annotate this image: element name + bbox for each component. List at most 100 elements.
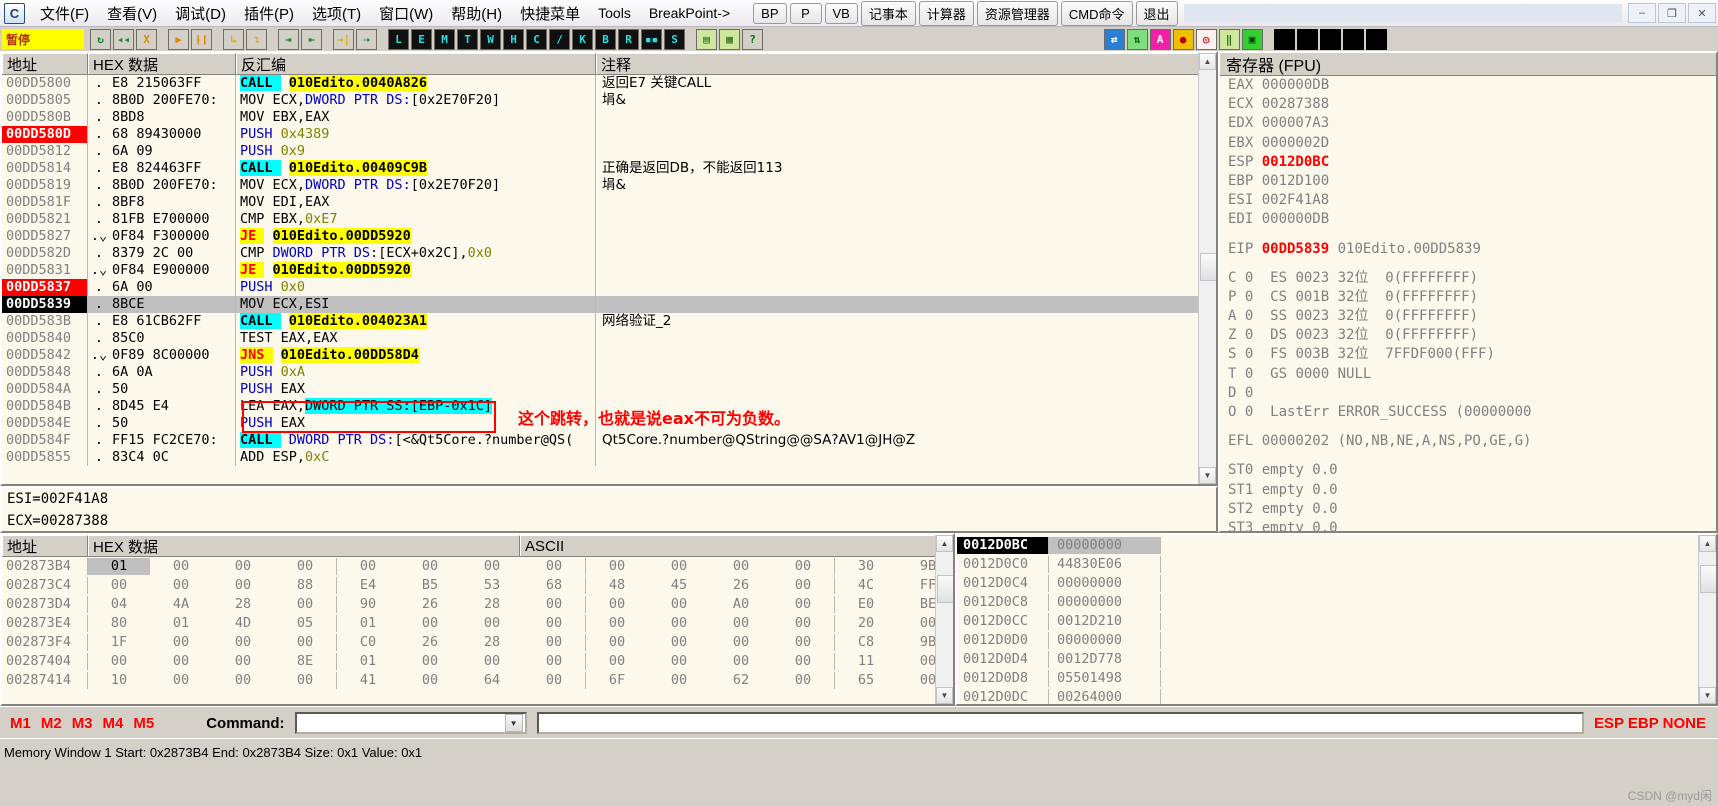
dump-byte[interactable]: 00	[772, 615, 834, 632]
row-address[interactable]: 00DD582D	[2, 245, 88, 262]
dump-byte[interactable]: 00	[150, 653, 212, 670]
disassembly-row[interactable]: 00DD584A. 50 PUSH EAX	[2, 381, 1216, 398]
dump-byte[interactable]: 05	[274, 615, 336, 632]
dump-row-address[interactable]: 00287414	[2, 672, 88, 689]
row-disassembly[interactable]: ADD ESP,0xC	[236, 449, 596, 466]
row-comment[interactable]: 埍&	[596, 92, 1216, 109]
bp-button[interactable]: BP	[753, 2, 787, 24]
dump-byte[interactable]: 00	[772, 653, 834, 670]
dump-byte[interactable]: E0	[835, 596, 897, 613]
dump-byte[interactable]: 26	[399, 634, 461, 651]
stack-pane[interactable]: 0012D0BC 00000000 0012D0C0 44830E06 0012D0C4…	[955, 533, 1718, 706]
command-input[interactable]	[536, 712, 1584, 734]
row-disassembly[interactable]: JE 010Edito.00DD5920	[236, 228, 596, 245]
fpu-st1[interactable]: ST1 empty 0.0	[1220, 481, 1716, 500]
dump-byte[interactable]: 00	[586, 634, 648, 651]
dump-byte[interactable]: 04	[88, 596, 150, 613]
dump-row[interactable]: 002873D4044A2800902628000000A000E0BE0C00…	[2, 595, 953, 614]
notepad-button[interactable]: 记事本	[860, 0, 916, 26]
dump-byte[interactable]: 00	[772, 634, 834, 651]
row-comment[interactable]: 网络验证_2	[596, 313, 1216, 330]
stack-row-value[interactable]: 00264000	[1049, 689, 1161, 704]
disassembly-row[interactable]: 00DD581F. 8BF8 MOV EDI,EAX	[2, 194, 1216, 211]
register-edi[interactable]: EDI 000000DB	[1220, 210, 1716, 229]
row-disassembly[interactable]: PUSH 0x0	[236, 279, 596, 296]
dump-byte[interactable]: 00	[523, 672, 585, 689]
restart-icon[interactable]: ↻	[90, 28, 111, 50]
maximize-button[interactable]: ❐	[1658, 3, 1686, 23]
row-disassembly[interactable]: JNS 010Edito.00DD58D4	[236, 347, 596, 364]
dump-byte[interactable]: 00	[274, 558, 336, 575]
dump-byte[interactable]: 00	[523, 615, 585, 632]
row-disassembly[interactable]: CALL 010Edito.0040A826	[236, 75, 596, 92]
close-button[interactable]: ✕	[1688, 3, 1716, 23]
dump-row-address[interactable]: 002873C4	[2, 577, 88, 594]
dump-row[interactable]: 002873F41F000000C026280000000000C89B404C…	[2, 633, 953, 652]
executable-modules-icon[interactable]: E	[411, 28, 432, 50]
dump-rows[interactable]: 002873B4010000000000000000000000309B404C…	[2, 557, 953, 690]
dump-byte[interactable]: 00	[710, 615, 772, 632]
dump-byte[interactable]: 00	[648, 672, 710, 689]
row-address[interactable]: 00DD584B	[2, 398, 88, 415]
disassembly-row[interactable]: 00DD5812. 6A 09 PUSH 0x9	[2, 143, 1216, 160]
dump-scroll-down-arrow[interactable]: ▼	[936, 687, 953, 704]
flag-o[interactable]: O 0 LastErr ERROR_SUCCESS (00000000	[1220, 403, 1716, 422]
stack-row[interactable]: 0012D0DC 00264000	[957, 688, 1716, 704]
stack-row-address[interactable]: 0012D0CC	[957, 613, 1049, 630]
stack-scroll-thumb[interactable]	[1700, 565, 1716, 593]
patches-icon[interactable]: /	[549, 28, 570, 50]
flag-s[interactable]: S 0 FS 003B 32位 7FFDF000(FFF)	[1220, 345, 1716, 364]
register-ecx[interactable]: ECX 00287388	[1220, 95, 1716, 114]
sync-icon[interactable]: ⇄	[1103, 28, 1125, 50]
row-hexdata[interactable]: 50	[110, 381, 236, 398]
dump-byte[interactable]: 68	[523, 577, 585, 594]
fpu-st3[interactable]: ST3 empty 0.0	[1220, 519, 1716, 531]
dump-byte[interactable]: B5	[399, 577, 461, 594]
row-disassembly[interactable]: CALL 010Edito.004023A1	[236, 313, 596, 330]
flag-c[interactable]: C 0 ES 0023 32位 0(FFFFFFFF)	[1220, 269, 1716, 288]
dump-byte[interactable]: 00	[274, 596, 336, 613]
stack-row[interactable]: 0012D0C4 00000000	[957, 574, 1716, 593]
plugin-slot-2-icon[interactable]	[1296, 28, 1318, 50]
row-comment[interactable]: 正确是返回DB，不能返回113	[596, 160, 1216, 177]
row-hexdata[interactable]: 6A 0A	[110, 364, 236, 381]
disassembly-pane[interactable]: 地址 HEX 数据 反汇编 注释 00DD5800. E8 215063FF CAL…	[0, 51, 1218, 486]
stack-row-value[interactable]: 0012D210	[1049, 613, 1161, 630]
row-comment[interactable]: 埍&	[596, 177, 1216, 194]
dump-byte[interactable]: A0	[710, 596, 772, 613]
stack-row[interactable]: 0012D0C0 44830E06	[957, 555, 1716, 574]
minimize-button[interactable]: –	[1628, 3, 1656, 23]
disassembly-row[interactable]: 00DD580B. 8BD8 MOV EBX,EAX	[2, 109, 1216, 126]
row-hexdata[interactable]: 8B0D 200FE70:	[110, 177, 236, 194]
row-disassembly[interactable]: CMP DWORD PTR DS:[ECX+0x2C],0x0	[236, 245, 596, 262]
dump-byte[interactable]: 6F	[586, 672, 648, 689]
stack-row[interactable]: 0012D0D0 00000000	[957, 631, 1716, 650]
dump-byte[interactable]: 10	[88, 672, 150, 689]
stack-row-address[interactable]: 0012D0D4	[957, 651, 1049, 668]
dump-byte[interactable]: 00	[523, 634, 585, 651]
stack-scroll-up-arrow[interactable]: ▲	[1699, 535, 1716, 552]
dump-byte[interactable]: 00	[648, 653, 710, 670]
row-address[interactable]: 00DD5848	[2, 364, 88, 381]
dump-byte[interactable]: 00	[461, 558, 523, 575]
back-icon[interactable]: ◂◂	[113, 28, 134, 50]
stack-rows[interactable]: 0012D0BC 00000000 0012D0C0 44830E06 0012D0C4…	[957, 535, 1716, 704]
cmd-button[interactable]: CMD命令	[1060, 0, 1133, 26]
dump-byte[interactable]: 00	[772, 672, 834, 689]
memory-button-m1[interactable]: M1	[10, 715, 31, 732]
row-hexdata[interactable]: 68 89430000	[110, 126, 236, 143]
dump-byte[interactable]: 00	[399, 653, 461, 670]
menu-item-breakpoint[interactable]: BreakPoint->	[640, 2, 739, 24]
dump-byte[interactable]: 00	[212, 634, 274, 651]
execute-till-return-icon[interactable]: →|	[333, 28, 354, 50]
disassembly-row[interactable]: 00DD5800. E8 215063FF CALL 010Edito.0040A8…	[2, 75, 1216, 92]
row-address[interactable]: 00DD5842	[2, 347, 88, 364]
dump-byte[interactable]: 48	[586, 577, 648, 594]
help-icon[interactable]: ?	[742, 28, 763, 50]
stack-row[interactable]: 0012D0BC 00000000	[957, 536, 1716, 555]
dump-row-address[interactable]: 00287404	[2, 653, 88, 670]
disassembly-row[interactable]: 00DD5839. 8BCE MOV ECX,ESI	[2, 296, 1216, 313]
row-address[interactable]: 00DD584F	[2, 432, 88, 449]
dump-byte[interactable]: 00	[523, 596, 585, 613]
dump-byte[interactable]: E4	[337, 577, 399, 594]
